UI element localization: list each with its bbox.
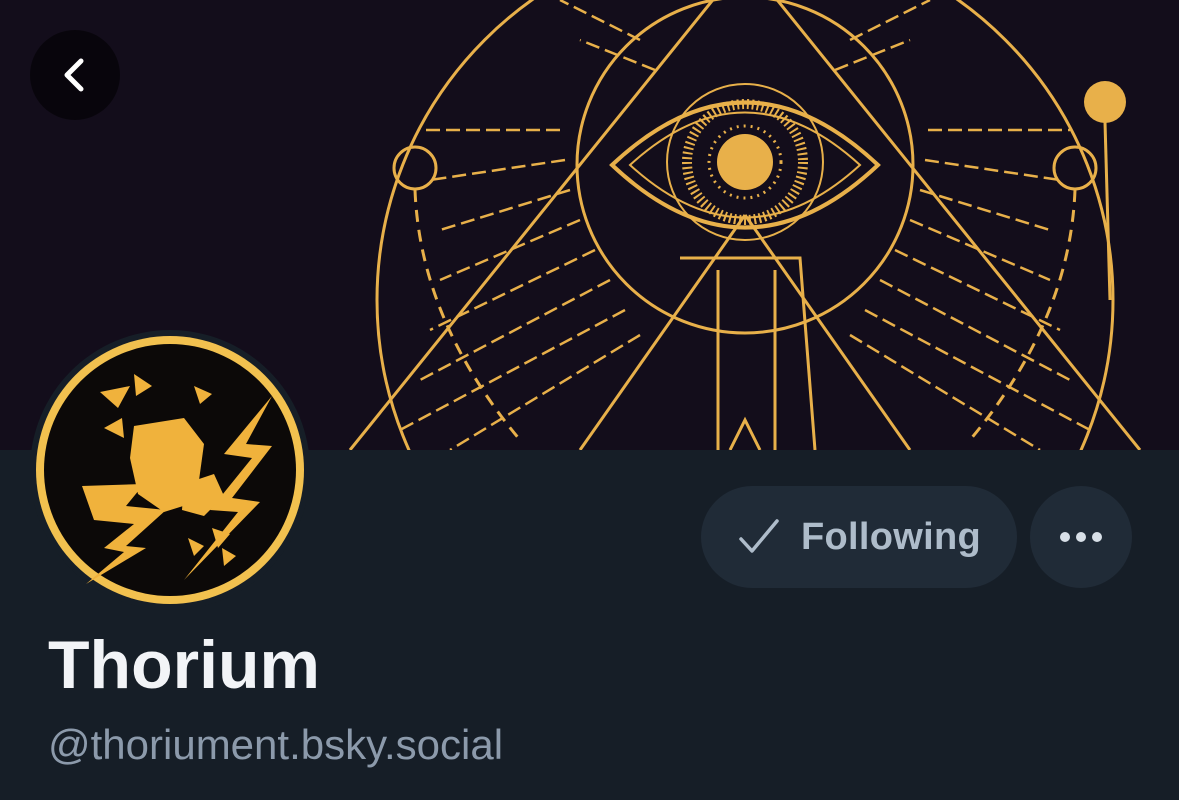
avatar-logo (36, 336, 304, 604)
back-button[interactable] (30, 30, 120, 120)
profile-screen: Following Thorium @thoriument.bsky.socia… (0, 0, 1179, 800)
following-button[interactable]: Following (701, 486, 1017, 588)
ellipsis-icon (1060, 532, 1102, 542)
check-icon (739, 519, 779, 553)
avatar[interactable] (30, 330, 310, 610)
following-label: Following (801, 515, 981, 558)
display-name: Thorium (48, 627, 320, 703)
user-handle: @thoriument.bsky.social (48, 721, 504, 768)
chevron-left-icon (64, 58, 84, 92)
more-options-button[interactable] (1030, 486, 1132, 588)
